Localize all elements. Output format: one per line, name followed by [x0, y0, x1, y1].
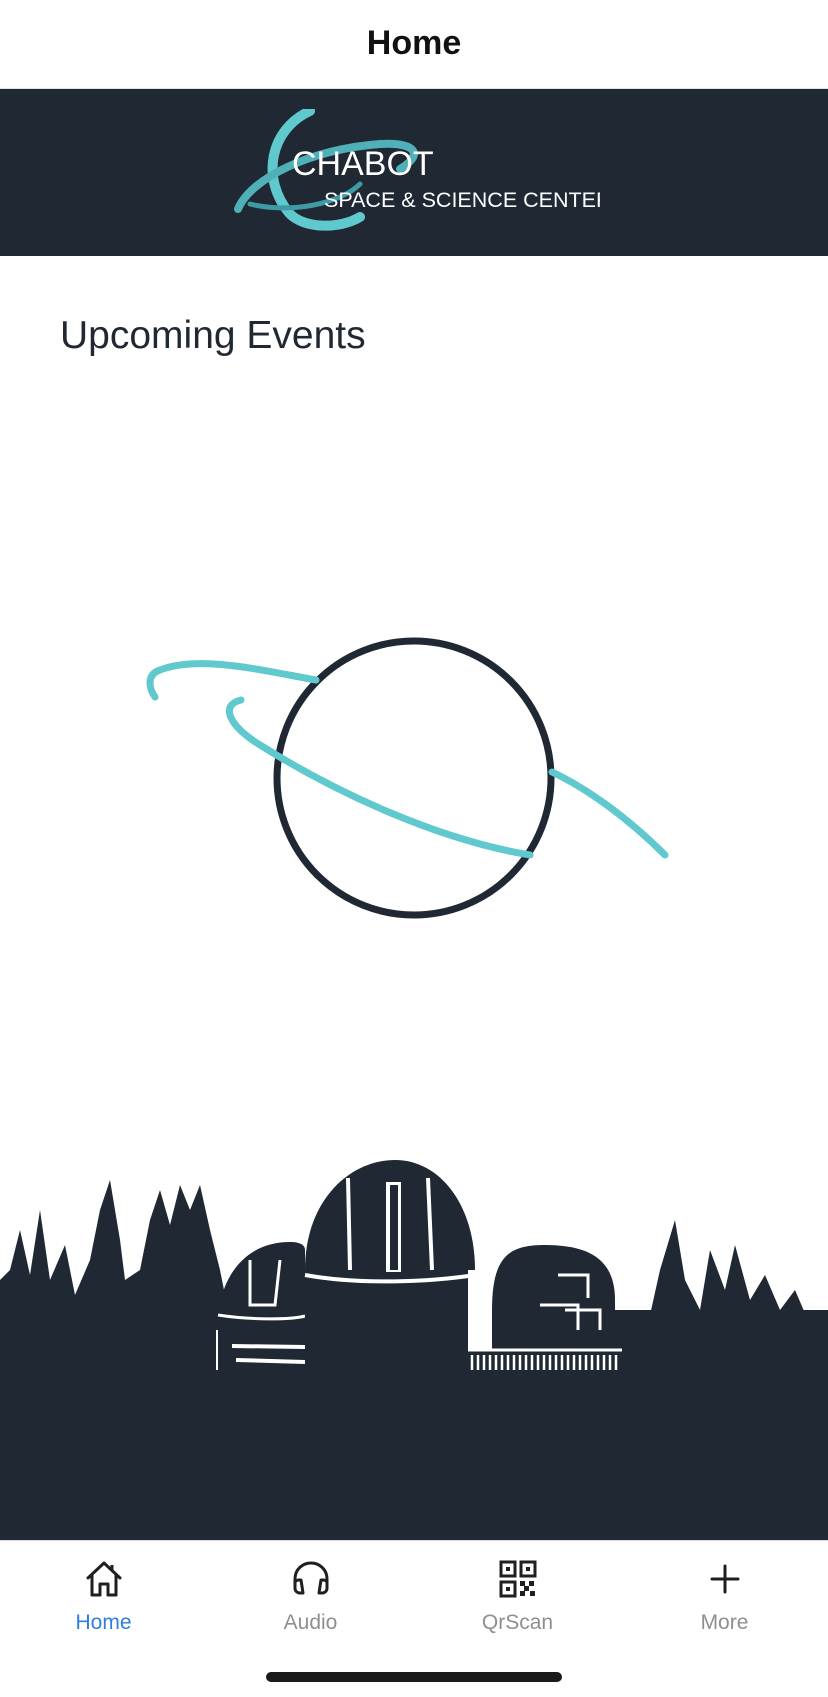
tab-audio[interactable]: Audio: [207, 1541, 414, 1651]
bottom-tab-bar: Home Audio QrScan More: [0, 1540, 828, 1697]
tab-qrscan[interactable]: QrScan: [414, 1541, 621, 1651]
chabot-logo: CHABOT SPACE & SCIENCE CENTER: [234, 109, 600, 231]
tab-label-more: More: [700, 1611, 749, 1634]
planet-ring-back: [146, 660, 320, 701]
logo-name-line1: CHABOT: [292, 145, 434, 183]
home-indicator: [266, 1672, 562, 1682]
plus-icon: [710, 1564, 739, 1594]
brand-banner: CHABOT SPACE & SCIENCE CENTER: [0, 89, 828, 256]
tab-home[interactable]: Home: [0, 1541, 207, 1651]
home-icon: [86, 1561, 121, 1597]
qr-code-icon: [499, 1560, 536, 1598]
navigation-header: Home: [0, 0, 828, 89]
tab-label-home: Home: [75, 1611, 132, 1634]
tab-label-audio: Audio: [283, 1611, 338, 1634]
app-screen: Home CHABOT SPACE & SCIENCE CENTER Upcom…: [0, 0, 828, 1697]
planet-icon: [146, 637, 669, 919]
headphones-icon: [293, 1561, 328, 1595]
tab-label-qrscan: QrScan: [481, 1611, 554, 1634]
planet-ring-right: [548, 768, 669, 859]
section-title-upcoming-events: Upcoming Events: [60, 314, 366, 357]
page-title: Home: [366, 23, 462, 62]
observatory-illustration: [0, 1160, 828, 1540]
tab-more[interactable]: More: [621, 1541, 828, 1651]
logo-name-line2: SPACE & SCIENCE CENTER: [324, 188, 600, 212]
